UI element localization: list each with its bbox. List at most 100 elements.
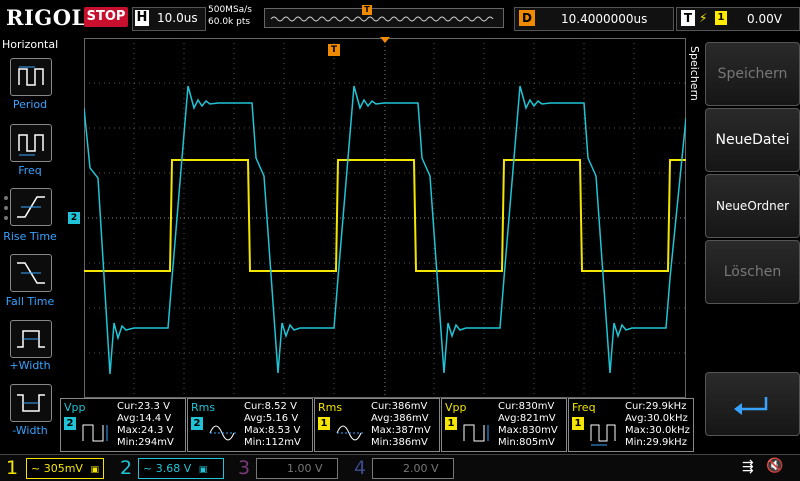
measurement-cur: Cur:23.3 V xyxy=(117,401,170,412)
rise-time-icon xyxy=(17,196,45,218)
timeline-trigger-marker: T xyxy=(362,5,372,15)
delay-value: 10.4000000us xyxy=(561,12,648,26)
ch1-scale-box[interactable]: ~ 305mV ▣ xyxy=(26,458,104,479)
horizontal-label: H xyxy=(135,10,149,26)
trigger-level: 0.00V xyxy=(747,12,782,26)
trigger-source: 1 xyxy=(715,11,727,25)
ch4-number[interactable]: 4 xyxy=(354,457,366,479)
ch1-number[interactable]: 1 xyxy=(6,457,18,479)
ch2-coupling: ~ xyxy=(143,462,153,475)
ch4-scale: 2.00 V xyxy=(403,462,439,475)
measurement-avg: Avg:5.16 V xyxy=(244,413,299,424)
brand-logo: RIGOL xyxy=(6,5,87,30)
ch1-coupling: ~ xyxy=(31,462,41,475)
positive-width-button[interactable] xyxy=(10,320,52,358)
rms-icon xyxy=(209,425,236,441)
measurement-bar: Vpp 2 Cur:23.3 V Avg:14.4 V Max:24.3 V M… xyxy=(60,398,694,454)
measurement-name: Vpp xyxy=(445,401,467,414)
ch2-scale-box[interactable]: ~ 3.68 V ▣ xyxy=(138,458,224,479)
menu-title-vertical: Speichern xyxy=(688,46,701,101)
ch4-scale-box[interactable]: 2.00 V xyxy=(372,458,454,479)
bandwidth-limit-icon: ▣ xyxy=(90,465,99,475)
usb-icon: ⇶ xyxy=(742,459,754,475)
trigger-position-marker[interactable]: T xyxy=(328,44,340,56)
measurement-item[interactable]: Vpp 2 Cur:23.3 V Avg:14.4 V Max:24.3 V M… xyxy=(60,398,186,452)
measurement-source: 2 xyxy=(64,417,76,430)
period-button[interactable] xyxy=(10,58,52,96)
measurement-source: 1 xyxy=(318,417,330,430)
memory-depth: 60.0k pts xyxy=(208,17,251,27)
delay-label: D xyxy=(519,10,535,26)
ch1-scale: 305mV xyxy=(43,462,83,475)
measurement-cur: Cur:29.9kHz xyxy=(625,401,687,412)
ch3-scale-box[interactable]: 1.00 V xyxy=(256,458,338,479)
timebase-box[interactable]: H 10.0us xyxy=(132,7,206,31)
measurement-avg: Avg:821mV xyxy=(498,413,556,424)
measurement-max: Max:8.53 V xyxy=(244,425,301,436)
positive-width-icon xyxy=(17,330,45,348)
period-icon xyxy=(18,66,44,86)
measurement-item[interactable]: Rms 2 Cur:8.52 V Avg:5.16 V Max:8.53 V M… xyxy=(187,398,313,452)
waveform-display[interactable] xyxy=(84,38,686,398)
positive-width-label: +Width xyxy=(9,359,51,372)
save-button[interactable]: Speichern xyxy=(705,42,800,106)
measurement-min: Min:29.9kHz xyxy=(625,437,687,448)
run-stop-button[interactable]: STOP xyxy=(84,7,128,27)
measurement-name: Rms xyxy=(191,401,216,414)
page-dot xyxy=(4,206,8,210)
measurement-cur: Cur:8.52 V xyxy=(244,401,297,412)
negative-width-button[interactable] xyxy=(10,384,52,422)
measure-menu: Horizontal Period Freq Rise Time Fall Ti… xyxy=(0,36,60,454)
sample-rate: 500MSa/s xyxy=(208,5,252,15)
negative-width-label: -Width xyxy=(12,424,48,437)
new-folder-button[interactable]: NeueOrdner xyxy=(705,174,800,238)
center-arrow-icon xyxy=(380,37,390,43)
bandwidth-limit-icon: ▣ xyxy=(198,465,208,475)
measurement-min: Min:386mV xyxy=(371,437,428,448)
ch3-number[interactable]: 3 xyxy=(238,457,250,479)
rise-time-button[interactable] xyxy=(10,188,52,226)
measurement-item[interactable]: Freq 1 Cur:29.9kHz Avg:30.0kHz Max:30.0k… xyxy=(568,398,694,452)
sound-muted-icon[interactable]: 🔇 xyxy=(766,458,783,474)
measurement-name: Vpp xyxy=(64,401,86,414)
measurement-avg: Avg:30.0kHz xyxy=(625,413,688,424)
delay-box[interactable]: D 10.4000000us xyxy=(514,7,674,31)
ch2-number[interactable]: 2 xyxy=(120,457,132,479)
page-dot xyxy=(4,216,8,220)
ch2-offset-marker[interactable]: 2 xyxy=(68,212,80,224)
ch2-scale: 3.68 V xyxy=(155,462,192,475)
period-label: Period xyxy=(12,98,48,111)
fall-time-label: Fall Time xyxy=(5,295,55,308)
trigger-label: T xyxy=(681,10,695,26)
measurement-source: 1 xyxy=(572,417,584,430)
new-file-button[interactable]: NeueDatei xyxy=(705,108,800,172)
page-dot xyxy=(4,196,8,200)
frequency-icon xyxy=(590,424,616,446)
rise-time-label: Rise Time xyxy=(3,230,57,243)
measurement-min: Min:112mV xyxy=(244,437,301,448)
measurement-avg: Avg:386mV xyxy=(371,413,429,424)
memory-waveform-overview xyxy=(270,16,494,22)
return-button[interactable] xyxy=(705,372,800,436)
memory-timeline[interactable]: T xyxy=(264,5,504,28)
frequency-label: Freq xyxy=(18,164,42,177)
frequency-icon xyxy=(18,134,44,156)
measurement-cur: Cur:830mV xyxy=(498,401,555,412)
measurement-item[interactable]: Vpp 1 Cur:830mV Avg:821mV Max:830mV Min:… xyxy=(441,398,567,452)
graticule xyxy=(84,38,686,398)
measurement-name: Freq xyxy=(572,401,596,414)
delete-button[interactable]: Löschen xyxy=(705,240,800,304)
measurement-cur: Cur:386mV xyxy=(371,401,428,412)
fall-time-button[interactable] xyxy=(10,254,52,292)
rms-icon xyxy=(336,425,363,441)
measurement-source: 2 xyxy=(191,417,203,430)
measurement-min: Min:805mV xyxy=(498,437,555,448)
measurement-item[interactable]: Rms 1 Cur:386mV Avg:386mV Max:387mV Min:… xyxy=(314,398,440,452)
measurement-max: Max:387mV xyxy=(371,425,431,436)
measurement-name: Rms xyxy=(318,401,343,414)
frequency-button[interactable] xyxy=(10,124,52,162)
trigger-box[interactable]: T ⚡ 1 0.00V xyxy=(676,7,800,31)
measurement-min: Min:294mV xyxy=(117,437,174,448)
acquisition-info: 500MSa/s 60.0k pts xyxy=(208,4,252,28)
timebase-value: 10.0us xyxy=(157,11,198,25)
